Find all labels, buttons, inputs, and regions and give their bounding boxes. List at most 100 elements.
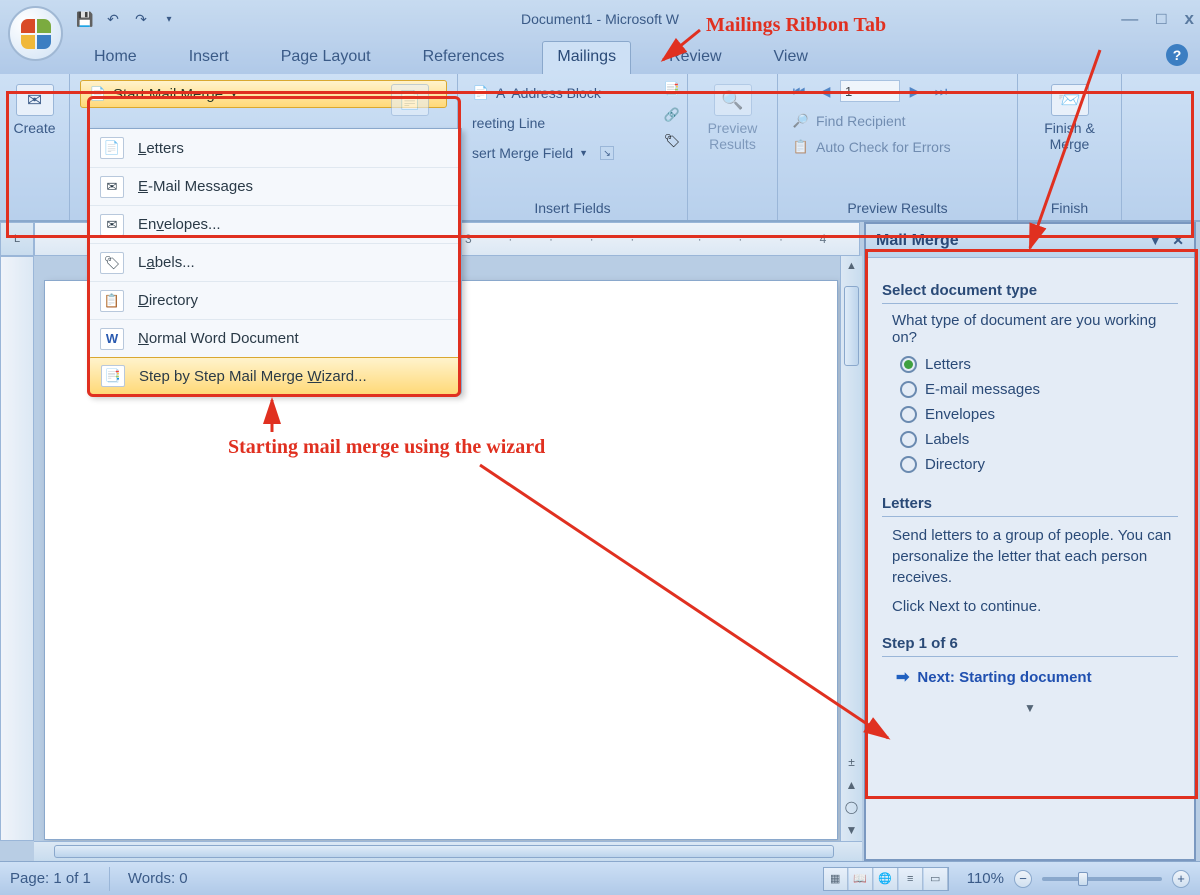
tab-insert[interactable]: Insert — [175, 42, 243, 74]
tab-page-layout[interactable]: Page Layout — [267, 42, 385, 74]
create-button[interactable]: ✉ Create — [10, 80, 59, 140]
page-status[interactable]: Page: 1 of 1 — [10, 870, 91, 887]
record-number-input[interactable] — [840, 80, 900, 102]
zoom-level[interactable]: 110% — [967, 870, 1004, 887]
dropdown-item-normal-doc[interactable]: WNormal Word DocumentNormal Word Documen… — [88, 319, 461, 357]
directory-icon: 📋 — [100, 290, 124, 312]
view-buttons: ▦ 📖 🌐 ≡ ▭ — [823, 867, 949, 891]
browse-object-icon[interactable]: ◯ — [845, 800, 858, 814]
save-icon[interactable]: 💾 — [75, 9, 95, 29]
tab-review[interactable]: Review — [655, 42, 735, 74]
dropdown-item-directory[interactable]: 📋DirectoryDirectory — [88, 281, 461, 319]
radio-icon — [900, 381, 917, 398]
letters-heading: Letters — [882, 495, 1178, 517]
radio-icon — [900, 456, 917, 473]
dropdown-item-letters[interactable]: 📄LLettersetters — [88, 129, 461, 167]
insert-merge-field-button[interactable]: sert Merge Field▼↘ — [468, 140, 677, 166]
tab-view[interactable]: View — [760, 42, 822, 74]
minimize-icon[interactable]: — — [1121, 9, 1138, 29]
scroll-thumb-h[interactable] — [54, 845, 834, 858]
redo-icon[interactable]: ↷ — [131, 9, 151, 29]
zoom-out-icon[interactable]: − — [1014, 870, 1032, 888]
title-bar: 💾 ↶ ↷ ▾ Document1 - Microsoft W — □ x — [0, 0, 1200, 38]
horizontal-scrollbar[interactable] — [34, 841, 862, 861]
wizard-icon: 📑 — [101, 365, 125, 387]
preview-results-button[interactable]: 🔍 Preview Results — [698, 80, 767, 156]
letter-icon: 📄 — [100, 137, 124, 159]
check-icon: 📋 — [792, 138, 810, 156]
qat-customize-icon[interactable]: ▾ — [159, 9, 179, 29]
task-pane-header: Mail Merge ▼✕ — [866, 224, 1194, 258]
find-recipient-button[interactable]: 🔎Find Recipient — [788, 108, 1007, 134]
tab-mailings[interactable]: Mailings — [542, 41, 631, 74]
group-label-insert-fields: Insert Fields — [458, 200, 687, 216]
scroll-split-icon[interactable]: ± — [848, 755, 855, 769]
task-pane-menu-icon[interactable]: ▼ — [1148, 232, 1162, 249]
scroll-up-icon[interactable]: ▲ — [841, 256, 862, 276]
window-title: Document1 - Microsoft W — [521, 11, 679, 27]
status-bar: Page: 1 of 1 Words: 0 ▦ 📖 🌐 ≡ ▭ 110% − + — [0, 861, 1200, 895]
next-page-icon[interactable]: ▼ — [846, 823, 858, 837]
mail-merge-task-pane: Mail Merge ▼✕ Select document type What … — [864, 222, 1196, 861]
help-icon[interactable]: ? — [1166, 44, 1188, 66]
greeting-line-button[interactable]: reeting Line — [468, 110, 677, 136]
option-email[interactable]: E-mail messages — [900, 381, 1178, 398]
maximize-icon[interactable]: □ — [1156, 9, 1166, 29]
continue-instruction: Click Next to continue. — [892, 596, 1178, 617]
preview-icon: 🔍 — [714, 84, 752, 116]
start-mail-merge-dropdown: 📄LLettersetters ✉E-Mail MessagesE-Mail M… — [87, 128, 462, 396]
dropdown-item-labels[interactable]: 🏷Labels...Labels... — [88, 243, 461, 281]
option-labels[interactable]: Labels — [900, 431, 1178, 448]
word-icon: W — [100, 328, 124, 350]
group-label-finish: Finish — [1018, 200, 1121, 216]
dropdown-item-envelopes[interactable]: ✉Envelopes...Envelopes... — [88, 205, 461, 243]
zoom-in-icon[interactable]: + — [1172, 870, 1190, 888]
address-block-button[interactable]: 📄AAddress Block — [468, 80, 677, 106]
task-pane-close-icon[interactable]: ✕ — [1172, 232, 1184, 249]
next-step-link[interactable]: ➡ Next: Starting document — [896, 667, 1178, 687]
full-screen-view-icon[interactable]: 📖 — [849, 868, 873, 890]
finish-merge-button[interactable]: 📨 Finish & Merge — [1028, 80, 1111, 156]
next-record-icon[interactable]: ▶ — [904, 81, 926, 101]
web-layout-view-icon[interactable]: 🌐 — [874, 868, 898, 890]
tab-references[interactable]: References — [409, 42, 519, 74]
undo-icon[interactable]: ↶ — [103, 9, 123, 29]
last-record-icon[interactable]: ⏭ — [930, 81, 952, 101]
launcher-icon[interactable]: ↘ — [600, 146, 614, 160]
zoom-slider-knob[interactable] — [1078, 872, 1088, 886]
zoom-slider[interactable] — [1042, 877, 1162, 881]
option-directory[interactable]: Directory — [900, 456, 1178, 473]
pane-bottom-arrow[interactable]: ▼ — [882, 701, 1178, 715]
ruler-toggle[interactable]: L — [0, 222, 34, 256]
option-letters[interactable]: Letters — [900, 356, 1178, 373]
match-fields-icon[interactable]: 🔗 — [663, 106, 681, 124]
draft-view-icon[interactable]: ▭ — [924, 868, 948, 890]
auto-check-errors-button[interactable]: 📋Auto Check for Errors — [788, 134, 1007, 160]
quick-access-toolbar: 💾 ↶ ↷ ▾ — [75, 9, 179, 29]
first-record-icon[interactable]: ⏮ — [788, 81, 810, 101]
close-icon[interactable]: x — [1185, 9, 1194, 29]
office-button[interactable] — [8, 6, 63, 61]
prev-record-icon[interactable]: ◀ — [814, 81, 836, 101]
outline-view-icon[interactable]: ≡ — [899, 868, 923, 890]
select-recipients-button[interactable]: 📄 — [383, 80, 437, 120]
radio-icon — [900, 406, 917, 423]
doc-type-question: What type of document are you working on… — [892, 312, 1178, 346]
step-indicator: Step 1 of 6 — [882, 635, 1178, 657]
print-layout-view-icon[interactable]: ▦ — [824, 868, 848, 890]
scroll-thumb-v[interactable] — [844, 286, 859, 366]
dropdown-item-wizard[interactable]: 📑Step by Step Mail Merge Wizard...Step b… — [88, 357, 461, 395]
update-labels-icon[interactable]: 🏷 — [663, 132, 681, 150]
prev-page-icon[interactable]: ▲ — [846, 778, 858, 792]
word-count[interactable]: Words: 0 — [128, 870, 188, 887]
tab-home[interactable]: Home — [80, 42, 151, 74]
select-doc-type-heading: Select document type — [882, 282, 1178, 304]
option-envelopes[interactable]: Envelopes — [900, 406, 1178, 423]
group-label-preview-results: Preview Results — [778, 200, 1017, 216]
document-icon: 📄 — [89, 85, 107, 103]
envelope-icon: ✉ — [16, 84, 54, 116]
rules-icon[interactable]: 📑 — [663, 80, 681, 98]
vertical-ruler[interactable] — [0, 256, 34, 841]
dropdown-item-email[interactable]: ✉E-Mail MessagesE-Mail Messages — [88, 167, 461, 205]
vertical-scrollbar[interactable]: ▲ ± ▲ ◯ ▼ — [840, 256, 862, 841]
